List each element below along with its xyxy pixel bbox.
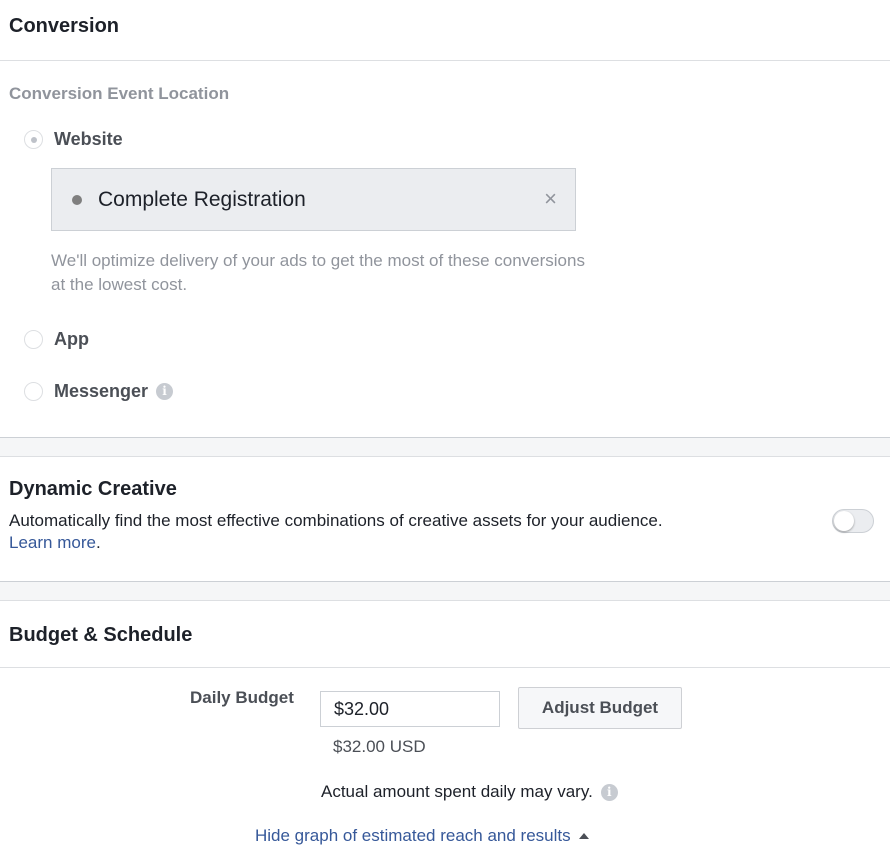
adjust-budget-button[interactable]: Adjust Budget — [518, 687, 682, 729]
dynamic-creative-toggle[interactable] — [832, 509, 874, 533]
dynamic-creative-description-text: Automatically find the most effective co… — [9, 511, 663, 530]
radio-messenger-label: Messenger — [54, 380, 149, 401]
info-icon[interactable]: i — [156, 382, 174, 400]
radio-icon[interactable] — [24, 329, 43, 349]
selected-event-label: Complete Registration — [98, 187, 306, 211]
event-status-dot-icon — [72, 194, 82, 205]
radio-app-label: App — [54, 328, 89, 349]
close-icon[interactable]: × — [544, 187, 557, 211]
learn-more-link[interactable]: Learn more — [9, 533, 96, 552]
toggle-knob — [834, 511, 854, 531]
spend-vary-text: Actual amount spent daily may vary. — [321, 782, 593, 801]
radio-messenger[interactable]: Messenger i — [24, 380, 174, 402]
section-separator — [0, 437, 890, 457]
caret-up-icon — [578, 833, 589, 839]
daily-budget-label: Daily Budget — [190, 688, 294, 707]
radio-icon[interactable] — [24, 381, 43, 401]
divider — [0, 667, 890, 668]
hide-graph-link[interactable]: Hide graph of estimated reach and result… — [255, 826, 589, 846]
dynamic-creative-description: Automatically find the most effective co… — [9, 510, 663, 554]
divider — [0, 60, 890, 61]
dynamic-creative-title: Dynamic Creative — [9, 478, 177, 500]
budget-schedule-title: Budget & Schedule — [9, 624, 193, 646]
spend-vary-note: Actual amount spent daily may vary. i — [321, 782, 618, 802]
section-separator — [0, 581, 890, 601]
radio-icon[interactable] — [24, 129, 43, 149]
radio-website-label: Website — [54, 128, 123, 149]
learn-more-suffix: . — [95, 533, 101, 552]
selected-conversion-event[interactable]: Complete Registration × — [51, 168, 576, 231]
info-icon[interactable]: i — [600, 783, 618, 801]
radio-website[interactable]: Website — [24, 128, 123, 150]
conversion-event-location-label: Conversion Event Location — [9, 84, 230, 103]
radio-app[interactable]: App — [24, 328, 89, 350]
optimize-note: We'll optimize delivery of your ads to g… — [51, 251, 585, 294]
daily-budget-input[interactable] — [320, 691, 500, 727]
hide-graph-label: Hide graph of estimated reach and result… — [255, 826, 571, 845]
budget-usd-note: $32.00 USD — [333, 737, 426, 756]
conversion-title: Conversion — [9, 15, 120, 37]
